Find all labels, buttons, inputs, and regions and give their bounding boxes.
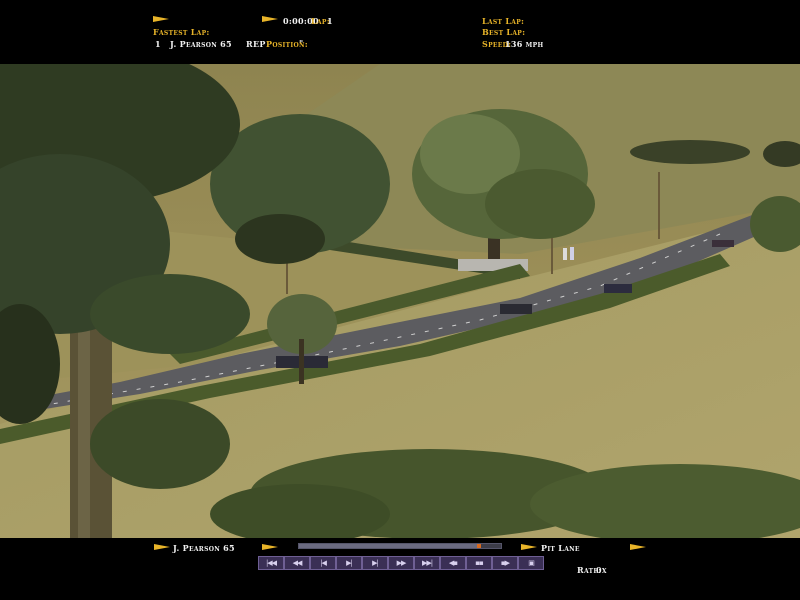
exit-replay-button[interactable]: ▣ xyxy=(518,556,544,570)
top-hud: Fastest Lap: 1 J. Pearson 65 REP 0:00:00… xyxy=(0,0,800,64)
camera-label[interactable]: Pit Lane xyxy=(541,543,580,553)
selected-driver[interactable]: J. Pearson 65 xyxy=(173,543,235,553)
rate-value: 0x xyxy=(596,565,607,575)
replay-progress-fill xyxy=(299,544,481,548)
play-pause-button[interactable]: ▶| xyxy=(336,556,362,570)
prev-camera-button[interactable]: ◀▪ xyxy=(440,556,466,570)
best-lap-label: Best Lap: xyxy=(482,27,526,37)
skip-start-button[interactable]: |◀◀ xyxy=(258,556,284,570)
skip-end-button[interactable]: ▶▶| xyxy=(414,556,440,570)
pennant-icon xyxy=(521,544,537,550)
replay-progress-marker[interactable] xyxy=(476,544,481,548)
pennant-icon xyxy=(153,16,169,22)
pennant-icon xyxy=(630,544,646,550)
replay-progress-bar[interactable] xyxy=(298,543,502,549)
pennant-icon xyxy=(262,16,278,22)
camera-button[interactable]: ▪▪ xyxy=(466,556,492,570)
track-scene xyxy=(0,64,800,538)
fastest-lap-position: 1 xyxy=(155,39,161,49)
last-lap-label: Last Lap: xyxy=(482,16,525,26)
fastest-lap-label: Fastest Lap: xyxy=(153,27,210,37)
fastest-lap-driver: J. Pearson 65 xyxy=(170,39,232,49)
rewind-fast-button[interactable]: ◀◀ xyxy=(284,556,310,570)
pennant-icon xyxy=(262,544,278,550)
race-viewport xyxy=(0,64,800,538)
next-camera-button[interactable]: ▪▶ xyxy=(492,556,518,570)
speed-value: 136 mph xyxy=(505,39,544,49)
position-value: " xyxy=(299,38,304,48)
step-back-button[interactable]: |◀ xyxy=(310,556,336,570)
forward-fast-button[interactable]: ▶▶ xyxy=(388,556,414,570)
replay-indicator: REP xyxy=(246,39,266,49)
step-forward-button[interactable]: ▶| xyxy=(362,556,388,570)
lap-value: 1 xyxy=(327,16,333,26)
pennant-icon xyxy=(154,544,170,550)
